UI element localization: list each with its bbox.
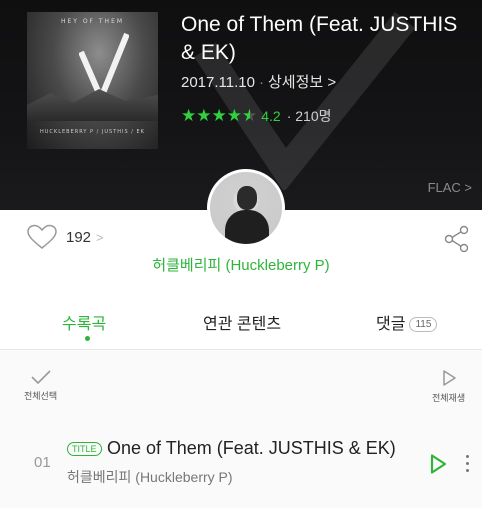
star-rating-icon: ★★★★★ xyxy=(181,106,257,126)
play-icon[interactable] xyxy=(428,453,448,475)
meta-separator: · xyxy=(258,74,264,91)
album-rating[interactable]: ★★★★★ 4.2 · 210명 xyxy=(181,106,332,126)
album-cover[interactable]: HEY OF THEM HUCKLEBERRY P / JUSTHIS / EK xyxy=(27,12,158,149)
select-all-label: 전체선택 xyxy=(24,391,58,401)
rating-score: 4.2 xyxy=(261,108,281,124)
detail-link[interactable]: 상세정보 > xyxy=(268,74,336,91)
play-icon xyxy=(442,370,456,386)
tab-comments[interactable]: 댓글 115 xyxy=(376,310,438,334)
artist-avatar[interactable] xyxy=(207,169,285,247)
track-artist: 허클베리피 (Huckleberry P) xyxy=(67,469,233,485)
audio-quality-link[interactable]: FLAC > xyxy=(428,180,472,195)
release-date: 2017.11.10 xyxy=(181,74,255,91)
heart-icon xyxy=(27,224,57,249)
album-title: One of Them (Feat. JUSTHIS & EK) xyxy=(181,13,458,64)
rating-count: · 210명 xyxy=(286,108,332,124)
track-number: 01 xyxy=(34,454,51,471)
play-all-label: 전체재생 xyxy=(432,393,466,403)
album-cover-bottom-text: HUCKLEBERRY P / JUSTHIS / EK xyxy=(40,129,145,135)
play-all-button[interactable]: 전체재생 xyxy=(432,369,465,404)
content-tabs: 수록곡 연관 콘텐츠 댓글 115 xyxy=(0,300,482,350)
more-vertical-icon[interactable] xyxy=(466,455,470,476)
like-count: 192 xyxy=(66,228,92,246)
comment-count-badge: 115 xyxy=(409,317,438,332)
album-cover-top-text: HEY OF THEM xyxy=(60,18,125,25)
chevron-right-icon: > xyxy=(96,229,104,245)
track-title: One of Them (Feat. JUSTHIS & EK) xyxy=(107,438,396,458)
select-all-button[interactable]: 전체선택 xyxy=(24,369,57,402)
album-meta: 2017.11.10 · 상세정보 > xyxy=(181,71,336,92)
like-button[interactable]: 192 > xyxy=(26,224,104,250)
checkmark-icon xyxy=(30,370,51,385)
list-actions: 전체선택 전체재생 xyxy=(0,351,482,411)
track-row[interactable]: 01 TITLE One of Them (Feat. JUSTHIS & EK… xyxy=(0,411,482,508)
tab-comments-label: 댓글 xyxy=(376,316,406,333)
share-icon[interactable] xyxy=(443,225,471,253)
tab-related[interactable]: 연관 콘텐츠 xyxy=(203,310,281,334)
active-tab-indicator xyxy=(85,336,90,341)
artist-name-link[interactable]: 허클베리피 (Huckleberry P) xyxy=(0,254,482,275)
title-track-badge: TITLE xyxy=(67,442,102,456)
tab-songs[interactable]: 수록곡 xyxy=(62,310,106,334)
